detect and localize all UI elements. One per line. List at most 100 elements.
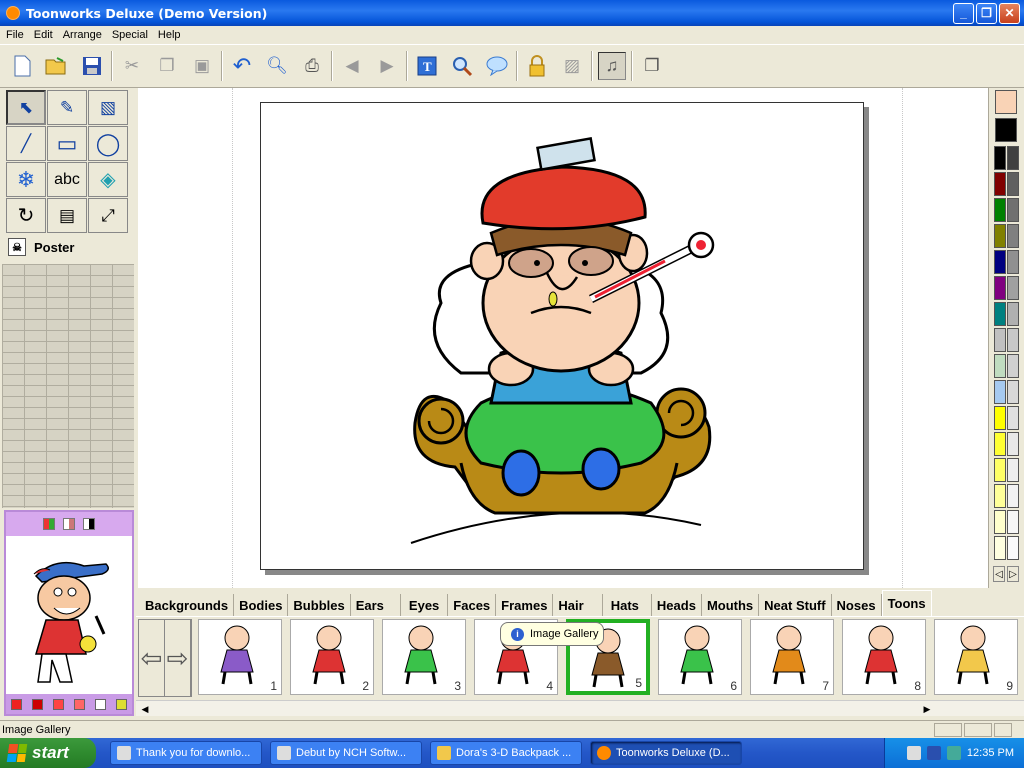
copy-icon[interactable]: ❐ [153, 52, 181, 80]
menu-edit[interactable]: Edit [30, 29, 59, 41]
palette-swatch[interactable] [1007, 224, 1019, 248]
taskbar-item[interactable]: Toonworks Deluxe (D... [590, 741, 742, 765]
tab-backgrounds[interactable]: Backgrounds [140, 594, 235, 616]
gallery-scrollbar[interactable]: ◀ ▶ [136, 700, 1024, 716]
palette-swatch[interactable] [994, 172, 1006, 196]
gallery-thumbnail[interactable]: 1 [198, 619, 282, 695]
pink-swatch[interactable] [74, 698, 85, 710]
tab-bubbles[interactable]: Bubbles [288, 594, 351, 616]
palette-swatch[interactable] [1007, 510, 1019, 534]
zoom-icon[interactable] [448, 52, 476, 80]
preview-icon[interactable]: 🔍︎ [263, 52, 291, 80]
palette-swatch[interactable] [994, 198, 1006, 222]
palette-swatch[interactable] [994, 224, 1006, 248]
tab-mouths[interactable]: Mouths [702, 594, 760, 616]
palette-swatch[interactable] [994, 406, 1006, 430]
tab-bodies[interactable]: Bodies [234, 594, 289, 616]
palette-swatch[interactable] [1007, 172, 1019, 196]
palette-swatch[interactable] [994, 146, 1006, 170]
palette-swatch[interactable] [1007, 432, 1019, 456]
menu-file[interactable]: File [2, 29, 30, 41]
palette-swatch[interactable] [994, 380, 1006, 404]
back-icon[interactable]: ◀ [338, 52, 366, 80]
forward-icon[interactable]: ▶ [373, 52, 401, 80]
line-tool[interactable]: ╱ [6, 126, 46, 161]
speech-bubble-icon[interactable] [483, 52, 511, 80]
palette-swatch[interactable] [994, 458, 1006, 482]
snowflake-tool[interactable]: ❄ [6, 162, 46, 197]
yellow-swatch[interactable] [116, 698, 127, 710]
palette-swatch[interactable] [1007, 198, 1019, 222]
undo-icon[interactable]: ↶ [228, 52, 256, 80]
select-tool[interactable]: ⬉ [6, 90, 46, 125]
scroll-right-icon[interactable]: ▶ [920, 702, 934, 716]
palette-swatch[interactable] [994, 354, 1006, 378]
device-icon[interactable] [926, 746, 941, 760]
tab-toons[interactable]: Toons [881, 590, 932, 616]
unlock-icon[interactable]: ▨ [558, 52, 586, 80]
gallery-next-icon[interactable]: ⇨ [165, 620, 191, 696]
tab-noses[interactable]: Noses [832, 594, 882, 616]
tab-hair[interactable]: Hair [553, 594, 603, 616]
palette-swatch[interactable] [994, 250, 1006, 274]
print-icon[interactable]: ⎙ [298, 52, 326, 80]
palette-swatch[interactable] [994, 484, 1006, 508]
gallery-thumbnail[interactable]: 8 [842, 619, 926, 695]
paste-icon[interactable]: ▣ [188, 52, 216, 80]
rotate-tool[interactable]: ↻ [6, 198, 46, 233]
palette-swatch[interactable] [1007, 302, 1019, 326]
scroll-left-icon[interactable]: ◀ [138, 702, 152, 716]
keyboard-icon[interactable] [906, 746, 921, 760]
sound-icon[interactable]: ♫ [598, 52, 626, 80]
taskbar-item[interactable]: Dora's 3-D Backpack ... [430, 741, 582, 765]
palette-swatch[interactable] [994, 276, 1006, 300]
dark-red-swatch[interactable] [32, 698, 43, 710]
tab-eyes[interactable]: Eyes [401, 594, 449, 616]
light-red-swatch[interactable] [53, 698, 64, 710]
white-swatch[interactable] [95, 698, 106, 710]
start-button[interactable]: start [0, 738, 96, 768]
fill-color-swatch[interactable] [995, 90, 1017, 114]
palette-swatch[interactable] [1007, 276, 1019, 300]
color-mode-icon[interactable] [43, 518, 55, 530]
menu-help[interactable]: Help [154, 29, 187, 41]
gallery-thumbnail[interactable]: 7 [750, 619, 834, 695]
palette-swatch[interactable] [1007, 458, 1019, 482]
palette-swatch[interactable] [1007, 146, 1019, 170]
minimize-button[interactable]: _ [953, 2, 974, 24]
shade-mode-icon[interactable] [63, 518, 75, 530]
palette-swatch[interactable] [1007, 406, 1019, 430]
tab-hats[interactable]: Hats [603, 594, 652, 616]
text-tool[interactable]: abc [47, 162, 87, 197]
palette-swatch[interactable] [1007, 328, 1019, 352]
palette-swatch[interactable] [994, 510, 1006, 534]
cut-icon[interactable]: ✂ [118, 52, 146, 80]
draw-wizard-tool[interactable]: ▧ [88, 90, 128, 125]
palette-swatch[interactable] [1007, 354, 1019, 378]
menu-special[interactable]: Special [108, 29, 154, 41]
close-button[interactable]: ✕ [999, 2, 1020, 24]
palette-swatch[interactable] [994, 536, 1006, 560]
palette-swatch[interactable] [1007, 484, 1019, 508]
network-icon[interactable] [946, 746, 961, 760]
sick-toon-image[interactable] [261, 103, 863, 569]
gallery-prev-icon[interactable]: ⇦ [139, 620, 165, 696]
palette-right-arrow[interactable]: ▷ [1007, 566, 1019, 582]
poster-button[interactable]: ☠ Poster [8, 238, 74, 256]
gallery-thumbnail[interactable]: 2 [290, 619, 374, 695]
canvas-area[interactable] [138, 88, 988, 588]
tab-heads[interactable]: Heads [652, 594, 702, 616]
tab-faces[interactable]: Faces [448, 594, 497, 616]
maximize-button[interactable]: ❐ [976, 2, 997, 24]
bw-mode-icon[interactable] [83, 518, 95, 530]
rectangle-tool[interactable]: ▭ [47, 126, 87, 161]
pen-tool[interactable]: ✎ [47, 90, 87, 125]
lock-icon[interactable] [523, 52, 551, 80]
transform-tool[interactable]: ⤢ [88, 198, 128, 233]
palette-swatch[interactable] [994, 302, 1006, 326]
palette-swatch[interactable] [994, 432, 1006, 456]
tab-ears[interactable]: Ears [351, 594, 401, 616]
palette-swatch[interactable] [1007, 536, 1019, 560]
line-color-swatch[interactable] [995, 118, 1017, 142]
tab-neat-stuff[interactable]: Neat Stuff [759, 594, 832, 616]
